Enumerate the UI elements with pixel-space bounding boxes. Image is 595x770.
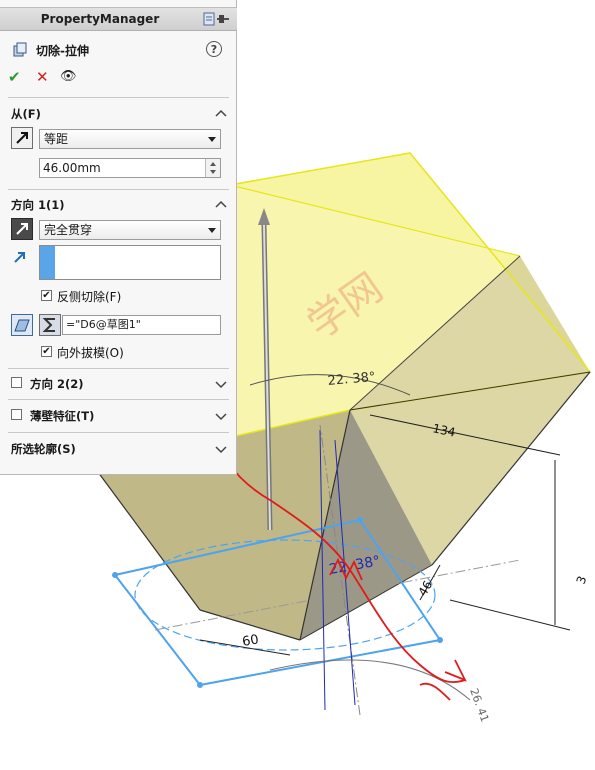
- separator: [8, 432, 229, 433]
- flip-side-label: 反侧切除(F): [57, 290, 122, 304]
- draft-angle-input[interactable]: ="D6@草图1": [62, 315, 221, 335]
- dimension-26-41[interactable]: 26. 41: [467, 687, 491, 724]
- direction1-section-title[interactable]: 方向 1(1): [11, 197, 65, 213]
- property-manager-title: PropertyManager: [40, 12, 160, 26]
- separator: [8, 97, 229, 98]
- offset-distance-value: 46.00mm: [43, 161, 101, 175]
- feature-title: 切除-拉伸: [36, 44, 89, 58]
- thin-feature-checkbox[interactable]: [11, 409, 22, 420]
- extrude-cut-icon: [13, 42, 27, 57]
- sigma-icon: [42, 318, 55, 332]
- from-mode-select[interactable]: 等距: [39, 129, 221, 149]
- cancel-x-icon[interactable]: ✕: [36, 68, 49, 86]
- reverse-arrow-icon: [16, 132, 28, 144]
- equation-sigma-button[interactable]: [39, 314, 61, 336]
- chevron-down-icon: [208, 137, 216, 142]
- preview-eye-icon[interactable]: 👁: [60, 68, 77, 86]
- chevron-down-icon[interactable]: [215, 378, 227, 390]
- direction2-checkbox[interactable]: [11, 377, 22, 388]
- dimension-edge-3[interactable]: 3: [574, 574, 590, 586]
- separator: [8, 399, 229, 400]
- reverse-direction-button[interactable]: [11, 127, 33, 149]
- red-annotation-stroke: [419, 682, 451, 701]
- direction-vector-icon: [14, 252, 25, 263]
- thin-feature-section-title[interactable]: 薄壁特征(T): [30, 408, 94, 424]
- dimension-46[interactable]: 46: [415, 578, 435, 598]
- reverse-arrow-icon: [16, 223, 28, 235]
- action-buttons: ✔ ✕ 👁: [8, 68, 108, 86]
- end-condition-select[interactable]: 完全贯穿: [39, 220, 221, 240]
- ok-check-icon[interactable]: ✔: [8, 68, 21, 86]
- sketch-point[interactable]: [357, 517, 363, 523]
- help-icon[interactable]: ?: [206, 41, 222, 57]
- separator: [8, 189, 229, 190]
- spin-buttons[interactable]: [205, 159, 220, 177]
- direction-reference-listbox[interactable]: [39, 245, 221, 280]
- property-manager-header: PropertyManager: [0, 7, 237, 31]
- offset-distance-input[interactable]: 46.00mm: [39, 158, 221, 178]
- from-section-title[interactable]: 从(F): [11, 106, 41, 122]
- draft-outward-checkbox[interactable]: ✔: [41, 346, 52, 357]
- chevron-down-icon[interactable]: [215, 443, 227, 455]
- from-mode-value: 等距: [44, 132, 69, 146]
- sketch-point[interactable]: [437, 637, 443, 643]
- draft-toggle-button[interactable]: [11, 314, 33, 336]
- direction1-reverse-button[interactable]: [11, 218, 33, 240]
- draft-outward-label: 向外拔模(O): [57, 346, 124, 360]
- separator: [8, 368, 229, 369]
- flip-side-checkbox[interactable]: ✔: [41, 290, 52, 301]
- chevron-up-icon[interactable]: [215, 108, 227, 120]
- direction2-section-title[interactable]: 方向 2(2): [30, 376, 84, 392]
- property-manager-panel: PropertyManager 切除-拉伸 ? ✔ ✕ 👁 从(F) 等距 46…: [0, 0, 237, 475]
- chevron-up-icon[interactable]: [215, 199, 227, 211]
- selected-contours-section-title[interactable]: 所选轮廓(S): [11, 441, 76, 457]
- pin-icon[interactable]: [203, 11, 231, 27]
- chevron-down-icon: [208, 228, 216, 233]
- dimension-60[interactable]: 60: [241, 632, 260, 650]
- end-condition-value: 完全贯穿: [44, 223, 93, 237]
- draft-icon: [14, 319, 30, 332]
- feature-title-row: 切除-拉伸 ?: [10, 41, 230, 61]
- chevron-down-icon[interactable]: [215, 410, 227, 422]
- dimension-line: [449, 599, 571, 631]
- sketch-point[interactable]: [197, 682, 203, 688]
- draft-angle-value: ="D6@草图1": [66, 318, 141, 331]
- sketch-point[interactable]: [112, 572, 118, 578]
- red-annotation-arrowhead: [444, 659, 467, 682]
- selection-color-bar: [40, 246, 55, 279]
